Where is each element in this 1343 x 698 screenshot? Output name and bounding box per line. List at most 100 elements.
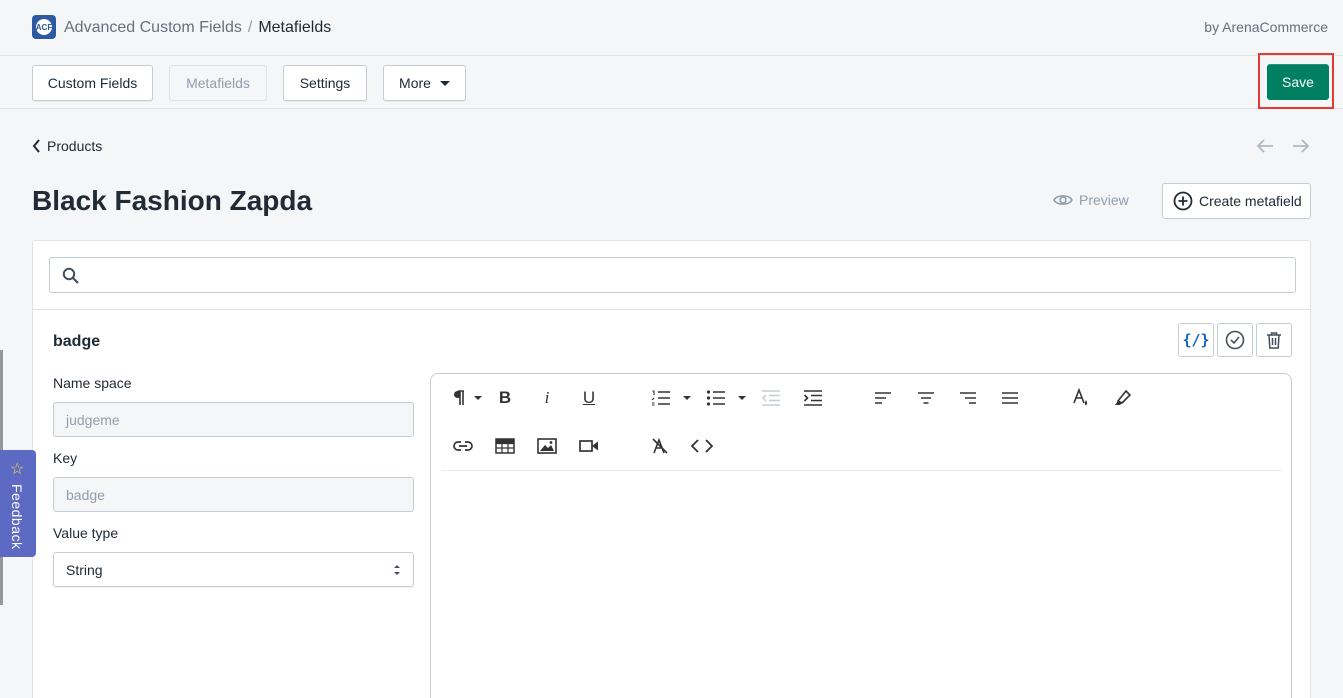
rich-text-editor[interactable]: B i U	[430, 373, 1292, 698]
card-divider	[33, 309, 1310, 310]
value-type-value: String	[66, 561, 103, 578]
arrow-left-icon	[1256, 139, 1273, 153]
next-item-button[interactable]	[1292, 136, 1310, 161]
vendor-credit: by ArenaCommerce	[1204, 19, 1328, 35]
table-icon	[495, 438, 515, 454]
namespace-field[interactable]: judgeme	[53, 402, 414, 437]
text-color-icon	[1073, 388, 1088, 406]
paragraph-icon	[454, 390, 464, 405]
save-button[interactable]: Save	[1267, 64, 1329, 100]
align-justify-button[interactable]	[996, 384, 1024, 412]
chevron-left-icon	[32, 139, 40, 153]
ordered-list-caret-icon	[683, 396, 691, 400]
feedback-label: Feedback	[9, 484, 25, 550]
save-highlight: Save	[1258, 53, 1334, 109]
bold-button[interactable]: B	[491, 384, 519, 412]
outdent-icon	[761, 390, 780, 406]
bullet-list-icon	[706, 390, 725, 406]
image-icon	[537, 438, 557, 454]
validate-button[interactable]	[1217, 323, 1253, 357]
link-icon	[453, 441, 473, 451]
breadcrumb-current: Metafields	[258, 19, 332, 36]
align-left-button[interactable]	[869, 384, 897, 412]
ordered-list-button[interactable]	[647, 384, 675, 412]
key-value: badge	[66, 486, 105, 503]
custom-fields-button-label: Custom Fields	[47, 75, 138, 91]
preview-button[interactable]: Preview	[1053, 192, 1129, 208]
search-input[interactable]	[49, 257, 1296, 293]
code-braces-icon: {/}	[1182, 331, 1210, 349]
plus-circle-icon	[1173, 191, 1193, 211]
highlight-color-button[interactable]	[1109, 384, 1137, 412]
breadcrumb-app[interactable]: Advanced Custom Fields	[64, 19, 242, 36]
custom-fields-button[interactable]: Custom Fields	[32, 65, 153, 101]
create-metafield-button[interactable]: Create metafield	[1162, 183, 1311, 219]
metafields-button-label: Metafields	[186, 75, 250, 91]
align-justify-icon	[1002, 392, 1018, 404]
back-link-label: Products	[47, 138, 103, 154]
align-center-button[interactable]	[912, 384, 940, 412]
feedback-tab[interactable]: ☆ Feedback	[0, 450, 36, 557]
caret-down-icon	[439, 80, 450, 86]
key-field[interactable]: badge	[53, 477, 414, 512]
bullet-list-button[interactable]	[702, 384, 730, 412]
app-header: ACF Advanced Custom Fields / Metafields by…	[0, 0, 1343, 56]
video-icon	[579, 440, 598, 452]
bold-icon: B	[498, 388, 512, 407]
namespace-value: judgeme	[66, 411, 120, 428]
nav-toolbar: Custom Fields Metafields Settings More S…	[0, 53, 1343, 109]
namespace-label: Name space	[53, 375, 132, 391]
eye-icon	[1053, 195, 1073, 205]
settings-button-label: Settings	[299, 75, 351, 91]
delete-button[interactable]	[1256, 323, 1292, 357]
value-type-label: Value type	[53, 525, 119, 541]
clear-format-icon	[652, 437, 668, 454]
create-metafield-label: Create metafield	[1199, 193, 1302, 209]
arrow-right-icon	[1293, 139, 1310, 153]
app-logo-mark: ACF	[36, 19, 52, 35]
insert-video-button[interactable]	[575, 432, 603, 460]
underline-button[interactable]: U	[575, 384, 603, 412]
value-type-select[interactable]: String	[53, 552, 414, 587]
bullet-list-caret-icon	[738, 396, 746, 400]
prev-item-button[interactable]	[1256, 136, 1274, 161]
search-icon	[62, 267, 79, 284]
metafield-name: badge	[53, 333, 101, 350]
metafield-card: badge {/} Name space judgeme Key badge V…	[32, 240, 1311, 698]
clear-formatting-button[interactable]	[646, 432, 674, 460]
select-arrows-icon	[394, 565, 400, 575]
ordered-list-icon	[651, 390, 670, 406]
back-to-products-link[interactable]: Products	[32, 138, 102, 154]
insert-link-button[interactable]	[449, 432, 477, 460]
more-button-label: More	[399, 75, 431, 91]
insert-image-button[interactable]	[533, 432, 561, 460]
trash-icon	[1267, 332, 1281, 349]
align-right-button[interactable]	[954, 384, 982, 412]
code-view-toggle-button[interactable]	[688, 432, 716, 460]
paragraph-format-button[interactable]	[445, 384, 473, 412]
save-button-label: Save	[1282, 74, 1314, 90]
text-color-button[interactable]	[1067, 384, 1095, 412]
align-left-icon	[875, 392, 891, 404]
italic-button[interactable]: i	[533, 384, 561, 412]
indent-button[interactable]	[799, 384, 827, 412]
page-title: Black Fashion Zapda	[32, 185, 313, 216]
key-label: Key	[53, 450, 78, 466]
indent-icon	[803, 390, 822, 406]
code-view-button[interactable]: {/}	[1178, 323, 1214, 357]
breadcrumb: Advanced Custom Fields / Metafields	[64, 18, 331, 38]
italic-icon: i	[544, 388, 550, 407]
highlighter-icon	[1115, 389, 1132, 405]
check-circle-icon	[1225, 330, 1245, 350]
outdent-button[interactable]	[757, 384, 785, 412]
app-logo: ACF	[32, 15, 56, 39]
align-right-icon	[960, 392, 976, 404]
metafields-button[interactable]: Metafields	[169, 65, 267, 101]
more-dropdown-button[interactable]: More	[383, 65, 466, 101]
underline-icon: U	[582, 388, 596, 407]
insert-table-button[interactable]	[491, 432, 519, 460]
breadcrumb-separator: /	[247, 19, 253, 36]
settings-button[interactable]: Settings	[283, 65, 367, 101]
editor-toolbar-divider	[441, 470, 1281, 471]
star-icon: ☆	[10, 461, 25, 478]
